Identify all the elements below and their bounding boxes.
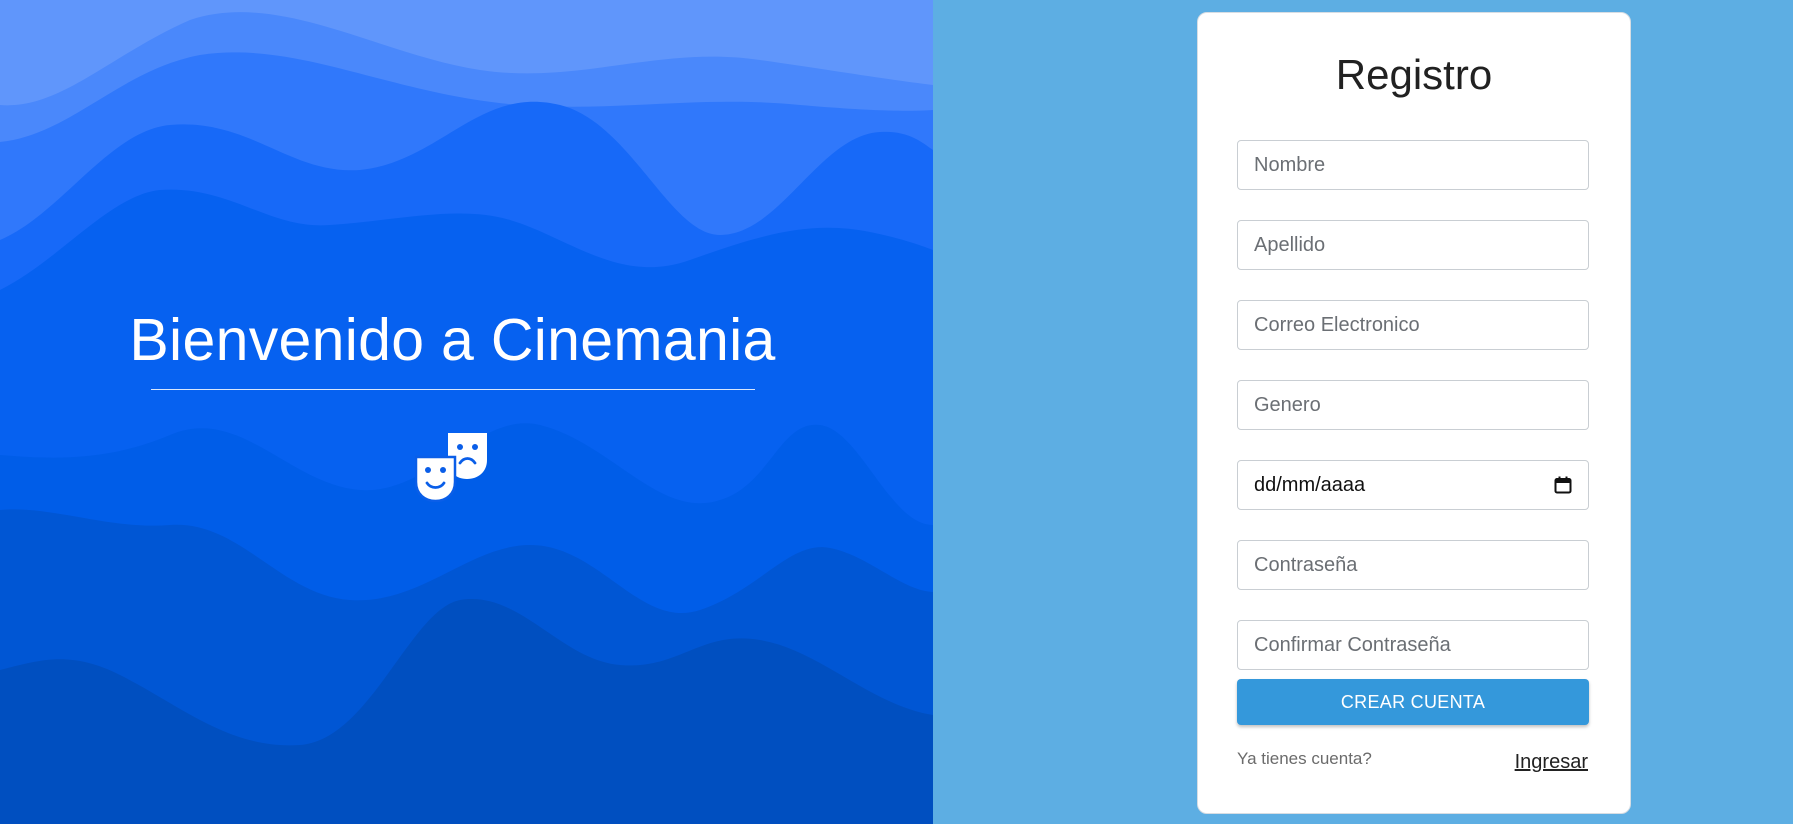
- genero-input[interactable]: [1254, 393, 1572, 417]
- have-account-text: Ya tienes cuenta?: [1237, 749, 1372, 768]
- title-divider: [151, 389, 755, 390]
- registration-page: Bienvenido a Cinemania Registro Nombre A…: [0, 0, 1793, 824]
- nombre-field-box: [1237, 140, 1589, 190]
- welcome-title: Bienvenido a Cinemania: [129, 307, 776, 373]
- nombre-input[interactable]: [1254, 153, 1572, 177]
- form-title: Registro: [1335, 51, 1493, 98]
- welcome-hero: Bienvenido a Cinemania: [0, 0, 933, 824]
- email-input[interactable]: [1254, 313, 1572, 337]
- contrasena-field-box: [1237, 540, 1589, 590]
- theater-masks-icon: [415, 433, 487, 502]
- apellido-input[interactable]: [1254, 233, 1572, 257]
- create-account-button[interactable]: CREAR CUENTA: [1237, 679, 1589, 725]
- date-input-value: dd/mm/aaaa: [1254, 473, 1366, 496]
- password-input[interactable]: [1254, 553, 1572, 577]
- wave-background: [0, 12, 933, 824]
- apellido-field-box: [1237, 220, 1589, 270]
- date-input[interactable]: dd/mm/aaaa: [1237, 460, 1589, 510]
- confirmar-field-box: [1237, 620, 1589, 670]
- login-link[interactable]: Ingresar: [1515, 751, 1588, 774]
- calendar-icon[interactable]: [1554, 476, 1572, 494]
- registration-card: Registro dd/mm/aaaa: [1197, 12, 1631, 814]
- correo-field-box: [1237, 300, 1589, 350]
- confirm-password-input[interactable]: [1254, 633, 1572, 657]
- genero-field-box: [1237, 380, 1589, 430]
- registration-side: Registro dd/mm/aaaa: [933, 0, 1793, 824]
